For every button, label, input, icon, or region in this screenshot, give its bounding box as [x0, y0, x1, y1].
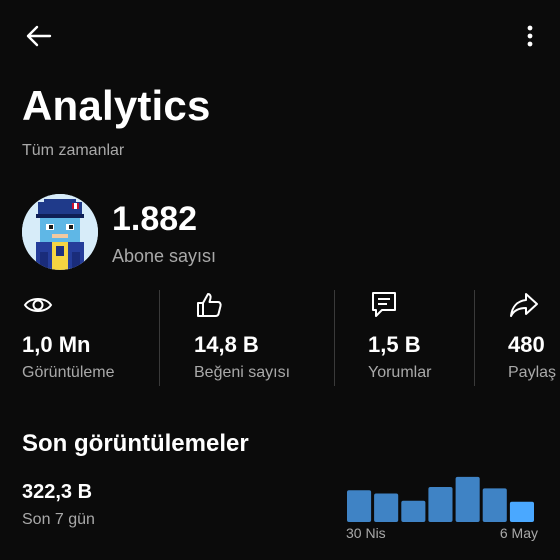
stat-views-value: 1,0 Mn — [22, 332, 91, 357]
stat-comments-value: 1,5 B — [368, 332, 421, 357]
divider — [159, 290, 160, 386]
stat-comments-label: Yorumlar — [368, 364, 432, 381]
more-options-button[interactable] — [514, 20, 546, 52]
chart-x-start-label: 30 Nis — [346, 525, 386, 541]
chart-bar[interactable] — [401, 500, 426, 522]
recent-views-title: Son görüntülemeler — [22, 430, 249, 457]
more-vertical-icon — [527, 25, 533, 47]
chart-bar[interactable] — [374, 493, 399, 523]
stat-shares-label: Paylaş — [508, 364, 557, 381]
divider — [474, 290, 475, 386]
stat-shares-value: 480 — [508, 332, 545, 357]
thumbs-up-icon — [197, 293, 222, 317]
chart-bar[interactable] — [482, 488, 507, 522]
back-button[interactable] — [18, 20, 58, 52]
recent-views-value: 322,3 B — [22, 481, 93, 503]
divider — [334, 290, 335, 386]
chart-bar[interactable] — [347, 490, 372, 522]
stats-row: 1,0 Mn Görüntüleme 14,8 B Beğeni sayısı … — [0, 288, 560, 386]
chart-x-end-label: 6 May — [499, 525, 538, 541]
date-range-label[interactable]: Tüm zamanlar — [22, 142, 124, 160]
subscriber-label: Abone sayısı — [112, 246, 217, 266]
stat-views-label: Görüntüleme — [22, 364, 115, 381]
stat-likes-value: 14,8 B — [194, 332, 259, 357]
arrow-left-icon — [26, 25, 52, 47]
chart-bar[interactable] — [509, 501, 534, 522]
comment-icon — [372, 292, 396, 317]
pixel-character-avatar — [22, 194, 98, 270]
page-title: Analytics — [22, 82, 211, 129]
subscriber-count: 1.882 — [112, 200, 198, 238]
eye-icon — [23, 298, 53, 312]
chart-bar[interactable] — [428, 487, 453, 522]
top-bar — [0, 0, 560, 70]
channel-avatar[interactable] — [22, 194, 98, 270]
share-icon — [510, 293, 538, 317]
chart-bar[interactable] — [455, 476, 480, 522]
stat-likes-label: Beğeni sayısı — [194, 364, 291, 381]
recent-views-period: Son 7 gün — [22, 511, 95, 528]
